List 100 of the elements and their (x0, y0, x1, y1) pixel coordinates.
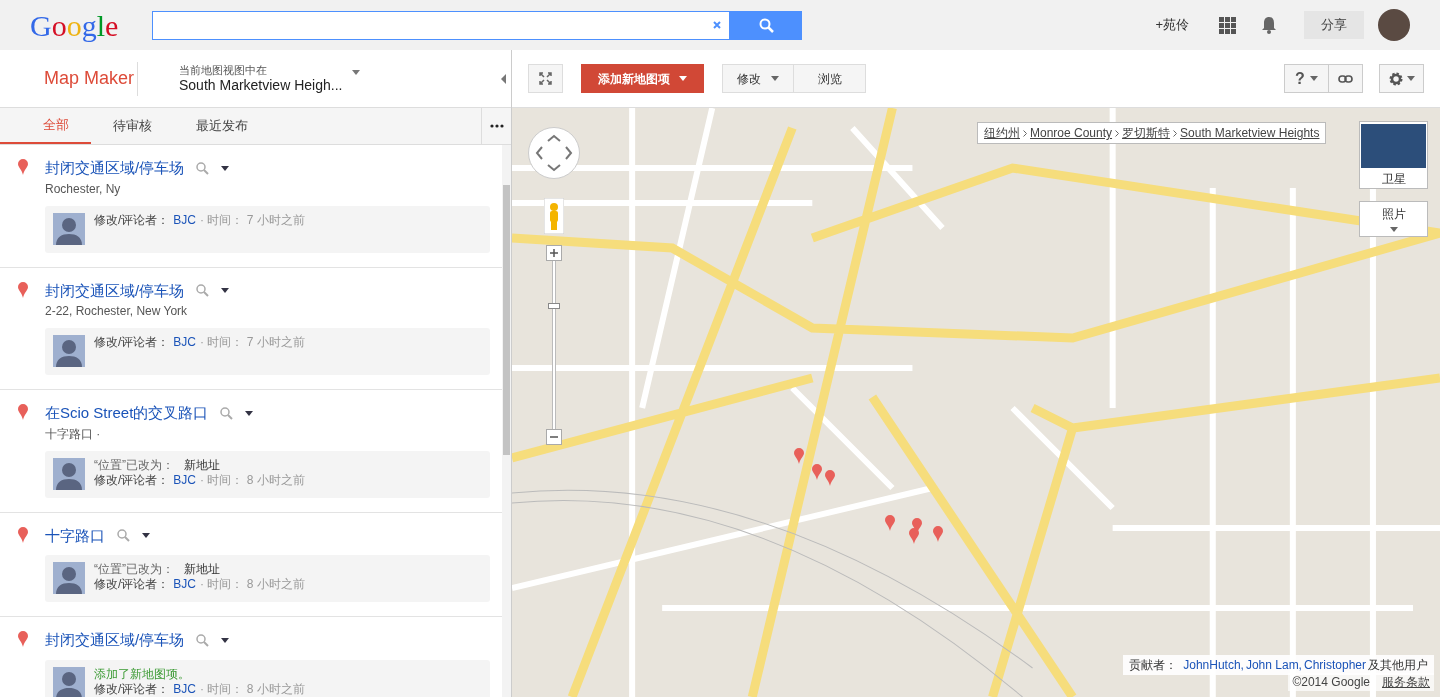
change-label: “位置”已改为： (94, 457, 174, 473)
map-pin-icon (825, 470, 835, 486)
search-icon[interactable] (196, 284, 210, 298)
editor-link[interactable]: BJC (173, 212, 196, 228)
help-button[interactable]: ? (1284, 64, 1329, 93)
change-label: “位置”已改为： (94, 562, 174, 577)
editor-label: 修改/评论者： (94, 472, 170, 488)
contributor-link[interactable]: JohnHutch, (1183, 656, 1244, 674)
edit-time: · 时间： 7 小时之前 (200, 335, 305, 350)
caret-icon (221, 637, 230, 643)
add-feature-button[interactable]: 添加新地图项 (581, 64, 704, 93)
settings-button[interactable] (1379, 64, 1424, 93)
breadcrumb-link[interactable]: South Marketview Heights (1180, 124, 1320, 142)
chevron-right-icon (1115, 129, 1120, 137)
collapse-arrow-icon[interactable] (501, 73, 506, 84)
edit-time: · 时间： 8 小时之前 (200, 577, 305, 592)
browse-button[interactable]: 浏览 (794, 64, 866, 93)
satellite-thumbnail (1361, 124, 1426, 168)
caret-icon (1309, 76, 1318, 81)
search-button[interactable] (730, 10, 802, 40)
edit-subtitle: Rochester, Ny (45, 180, 122, 198)
avatar-silhouette-icon (53, 335, 85, 367)
google-logo[interactable]: Google (30, 2, 152, 48)
caret-icon (221, 288, 230, 294)
edit-title-link[interactable]: 封闭交通区域/停车场 (45, 629, 185, 652)
change-value: 新地址 (184, 562, 220, 577)
attribution-suffix: 及其他用户 (1368, 657, 1428, 674)
breadcrumb-link[interactable]: Monroe County (1030, 124, 1113, 142)
pan-control[interactable] (528, 127, 580, 179)
pan-arrows-icon (534, 133, 574, 173)
editor-label: 修改/评论者： (94, 335, 170, 350)
link-button[interactable] (1329, 64, 1363, 93)
satellite-button[interactable]: 卫星 (1359, 121, 1428, 189)
attribution-label: 贡献者： (1129, 657, 1178, 674)
share-button[interactable]: 分享 (1304, 11, 1364, 39)
zoom-slider-thumb[interactable] (548, 303, 560, 310)
tab[interactable]: 全部 (0, 108, 91, 144)
avatar-silhouette-icon (53, 457, 85, 490)
edit-subtitle: 十字路口 · (45, 425, 102, 443)
fullscreen-button[interactable] (528, 64, 563, 93)
caret-icon (221, 165, 230, 171)
edit-title-link[interactable]: 在Scio Street的交叉路口 (45, 402, 209, 425)
zoom-out-icon[interactable] (546, 429, 562, 445)
view-location[interactable]: South Marketview Heigh... (179, 77, 343, 93)
caret-icon (245, 410, 254, 416)
photos-button[interactable]: 照片 (1359, 201, 1428, 237)
breadcrumb-link[interactable]: 纽约州 (984, 124, 1020, 142)
terms-link[interactable]: 服务条款 (1382, 673, 1430, 691)
map-pin-icon (17, 526, 28, 543)
editor-link[interactable]: BJC (173, 335, 196, 350)
avatar-silhouette-icon (53, 212, 85, 245)
more-dots-icon (489, 124, 504, 128)
copyright-text: ©2014 Google (1292, 674, 1370, 691)
map-pin-icon (17, 281, 28, 298)
search-icon[interactable] (196, 161, 210, 175)
edit-title-link[interactable]: 封闭交通区域/停车场 (45, 157, 185, 180)
map-pin-icon (885, 515, 895, 531)
scrollbar[interactable] (502, 145, 511, 697)
map-pin-icon (812, 464, 822, 480)
search-icon[interactable] (117, 529, 130, 543)
settings-icon (1388, 70, 1404, 87)
edit-subtitle: 2-22, Rochester, New York (45, 303, 189, 320)
caret-icon (1407, 76, 1415, 81)
caret-icon (679, 76, 687, 81)
edit-time: · 时间： 8 小时之前 (200, 681, 305, 697)
tab[interactable]: 最近发布 (174, 108, 270, 144)
map-pin-icon (17, 631, 28, 647)
editor-label: 修改/评论者： (94, 577, 170, 592)
editor-link[interactable]: BJC (173, 577, 196, 592)
editor-link[interactable]: BJC (173, 472, 196, 488)
edit-time: · 时间： 7 小时之前 (200, 212, 305, 228)
map-pin-icon (17, 159, 28, 175)
user-link[interactable]: +苑伶 (1155, 15, 1189, 35)
pegman-icon[interactable] (544, 198, 564, 234)
contributor-link[interactable]: John Lam, (1245, 656, 1302, 674)
map-pin-icon (17, 404, 28, 420)
bell-icon[interactable] (1261, 16, 1277, 34)
caret-icon (142, 533, 150, 539)
clear-icon[interactable] (713, 21, 721, 29)
search-icon[interactable] (220, 406, 234, 420)
view-label: 当前地图视图中在 (179, 64, 268, 77)
avatar-silhouette-icon (53, 666, 85, 697)
map-pin-icon (794, 448, 804, 464)
edit-button[interactable]: 修改 (722, 64, 794, 93)
zoom-in-icon[interactable] (546, 245, 562, 261)
edit-title-link[interactable]: 封闭交通区域/停车场 (45, 279, 185, 302)
contributor-link[interactable]: Christopher (1303, 656, 1366, 674)
search-field[interactable] (152, 10, 730, 40)
search-icon[interactable] (196, 633, 210, 647)
tab[interactable]: 待审核 (91, 108, 174, 144)
breadcrumb-link[interactable]: 罗切斯特 (1122, 124, 1171, 142)
editor-link[interactable]: BJC (173, 681, 196, 697)
change-value: 新地址 (184, 457, 220, 473)
chevron-right-icon (1023, 129, 1027, 137)
edit-title-link[interactable]: 十字路口 (45, 524, 105, 547)
caret-icon (1389, 227, 1398, 232)
edit-time: · 时间： 8 小时之前 (200, 472, 305, 488)
search-icon (758, 17, 774, 33)
expand-icon (539, 72, 552, 85)
apps-grid-icon[interactable] (1219, 16, 1236, 34)
